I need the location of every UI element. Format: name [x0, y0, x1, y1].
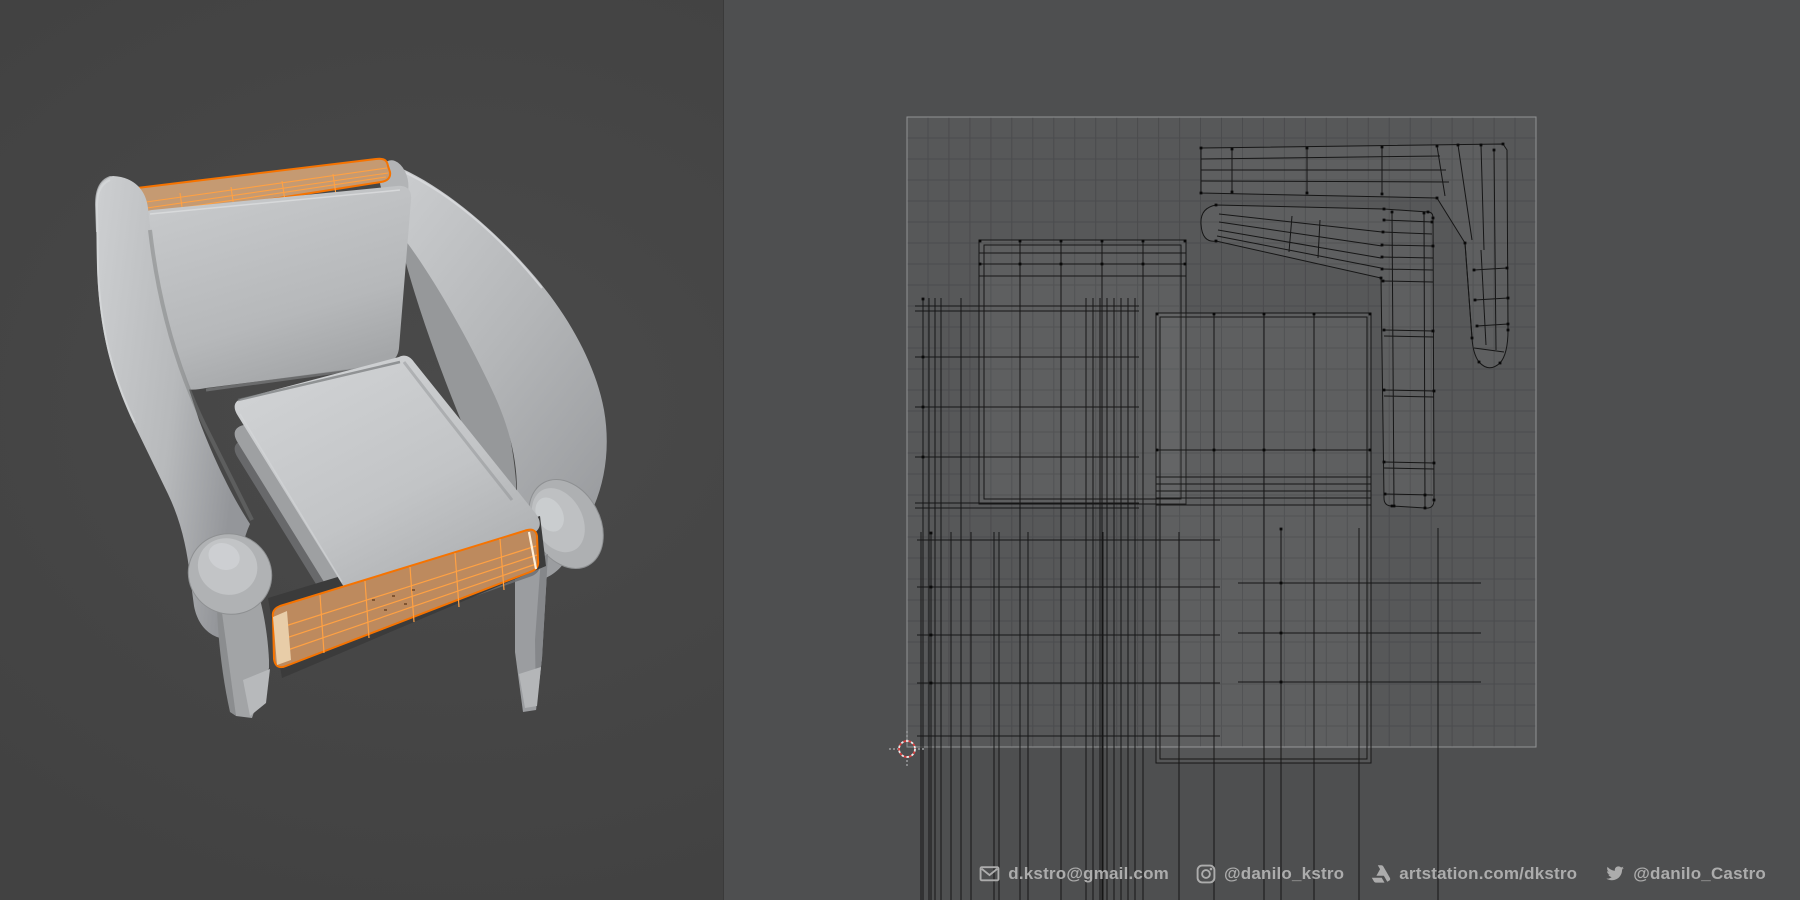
contact-item-twitter: @danilo_Castro: [1604, 863, 1766, 884]
armchair-model: [95, 157, 607, 718]
email-icon: [979, 866, 1000, 882]
contact-item-email: d.kstro@gmail.com: [979, 863, 1169, 884]
artstation-icon: [1372, 864, 1391, 883]
chair-back-cushion: [139, 185, 412, 392]
contact-bar: d.kstro@gmail.com @danilo_kstro artstati…: [979, 863, 1766, 884]
uv-island-seat-top[interactable]: [1155, 312, 1372, 900]
screenshot-root: d.kstro@gmail.com @danilo_kstro artstati…: [0, 0, 1800, 900]
uv-unwrap-canvas[interactable]: [724, 0, 1800, 900]
contact-label: @danilo_kstro: [1223, 863, 1345, 883]
contact-label: artstation.com/dkstro: [1399, 863, 1578, 883]
contact-label: d.kstro@gmail.com: [1008, 863, 1169, 883]
3d-viewport[interactable]: [0, 0, 723, 900]
contact-label: @danilo_Castro: [1633, 863, 1766, 883]
contact-item-artstation: artstation.com/dkstro: [1371, 864, 1577, 884]
uv-editor-panel[interactable]: d.kstro@gmail.com @danilo_kstro artstati…: [724, 0, 1800, 900]
contact-item-instagram: @danilo_kstro: [1196, 864, 1344, 884]
twitter-icon: [1606, 866, 1625, 881]
instagram-icon: [1196, 864, 1216, 883]
